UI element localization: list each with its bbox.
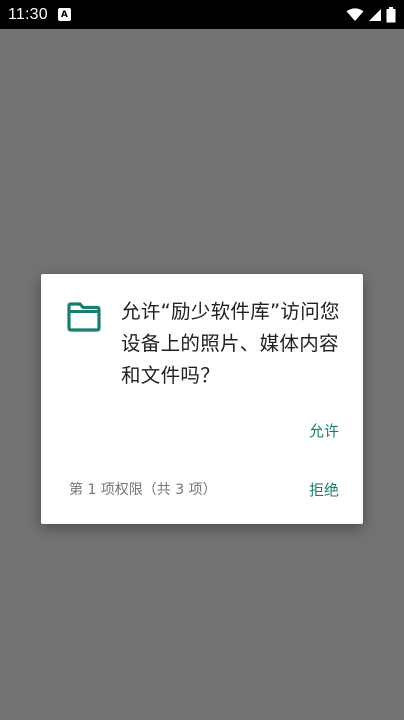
signal-icon	[368, 8, 382, 22]
permission-page-indicator: 第 1 项权限（共 3 项）	[69, 482, 217, 498]
permission-message: 允许“励少软件库”访问您设备上的照片、媒体内容和文件吗？	[121, 300, 340, 387]
deny-button[interactable]: 拒绝	[309, 479, 339, 500]
status-time: 11:30	[8, 5, 48, 23]
folder-icon	[67, 302, 101, 332]
notification-icon: A	[57, 8, 71, 21]
status-icons	[346, 6, 396, 23]
status-bar: 11:30 A	[0, 0, 404, 29]
wifi-icon	[346, 7, 364, 22]
battery-icon	[386, 6, 396, 23]
permission-dialog: 允许“励少软件库”访问您设备上的照片、媒体内容和文件吗？ 允许 第 1 项权限（…	[41, 274, 363, 524]
allow-button[interactable]: 允许	[309, 420, 339, 441]
